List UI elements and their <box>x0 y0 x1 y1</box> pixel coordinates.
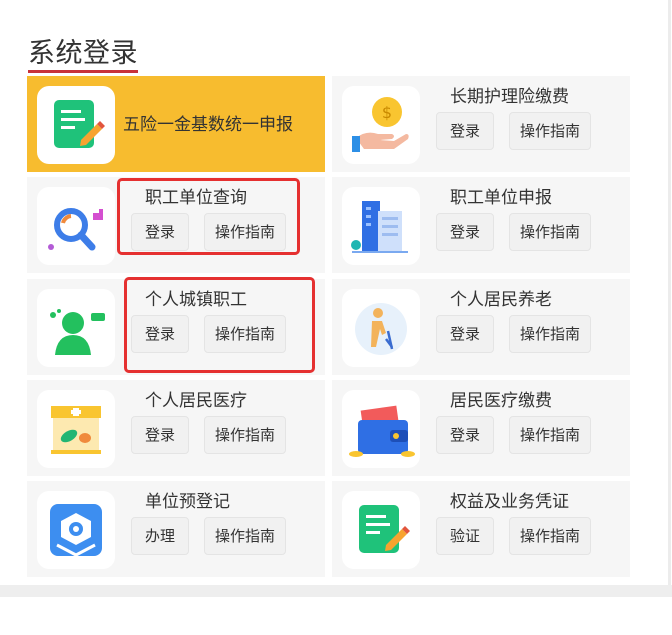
card-title: 长期护理险缴费 <box>450 87 569 107</box>
form-edit-icon <box>342 491 420 569</box>
form-edit-icon <box>37 86 115 164</box>
card-geren-jumin-yanglao: 个人居民养老 登录 操作指南 <box>332 279 630 375</box>
card-wuxian-yijin[interactable]: 五险一金基数统一申报 <box>27 76 325 172</box>
building-icon <box>342 187 420 265</box>
login-button[interactable]: 登录 <box>436 416 494 454</box>
svg-text:$: $ <box>382 103 392 122</box>
wallet-icon <box>342 390 420 468</box>
guide-button[interactable]: 操作指南 <box>509 213 591 251</box>
person-chat-icon <box>37 289 115 367</box>
guide-button[interactable]: 操作指南 <box>509 517 591 555</box>
verify-button[interactable]: 验证 <box>436 517 494 555</box>
highlight-box-chengzhen <box>124 277 315 373</box>
card-danwei-yudengji: 单位预登记 办理 操作指南 <box>27 481 325 577</box>
title-underline <box>28 70 138 73</box>
card-title: 职工单位申报 <box>450 188 552 208</box>
guide-button[interactable]: 操作指南 <box>509 315 591 353</box>
card-geren-jumin-yiliao: 个人居民医疗 登录 操作指南 <box>27 380 325 476</box>
guide-button[interactable]: 操作指南 <box>204 517 286 555</box>
card-quanyi-yewu-pingzheng: 权益及业务凭证 验证 操作指南 <box>332 481 630 577</box>
pharmacy-icon <box>37 390 115 468</box>
login-button[interactable]: 登录 <box>436 213 494 251</box>
card-title: 个人居民养老 <box>450 290 552 310</box>
login-button[interactable]: 登录 <box>131 416 189 454</box>
handle-button[interactable]: 办理 <box>131 517 189 555</box>
card-zhigong-danwei-shenbao: 职工单位申报 登录 操作指南 <box>332 177 630 273</box>
card-title: 单位预登记 <box>145 492 230 512</box>
elderly-cane-icon <box>342 289 420 367</box>
search-magnifier-icon <box>37 187 115 265</box>
guide-button[interactable]: 操作指南 <box>509 112 591 150</box>
card-title: 权益及业务凭证 <box>450 492 569 512</box>
card-changqi-huli: $ 长期护理险缴费 登录 操作指南 <box>332 76 630 172</box>
guide-button[interactable]: 操作指南 <box>204 416 286 454</box>
highlight-box-chaxun <box>117 178 300 255</box>
page-divider <box>0 585 672 597</box>
shield-gear-icon <box>37 491 115 569</box>
login-button[interactable]: 登录 <box>436 315 494 353</box>
login-button[interactable]: 登录 <box>436 112 494 150</box>
card-jumin-yiliao-jiaofei: 居民医疗缴费 登录 操作指南 <box>332 380 630 476</box>
guide-button[interactable]: 操作指南 <box>509 416 591 454</box>
page-title: 系统登录 <box>28 38 138 69</box>
card-title: 五险一金基数统一申报 <box>123 115 293 135</box>
card-title: 个人居民医疗 <box>145 391 247 411</box>
coin-hand-icon: $ <box>342 86 420 164</box>
card-title: 居民医疗缴费 <box>450 391 552 411</box>
